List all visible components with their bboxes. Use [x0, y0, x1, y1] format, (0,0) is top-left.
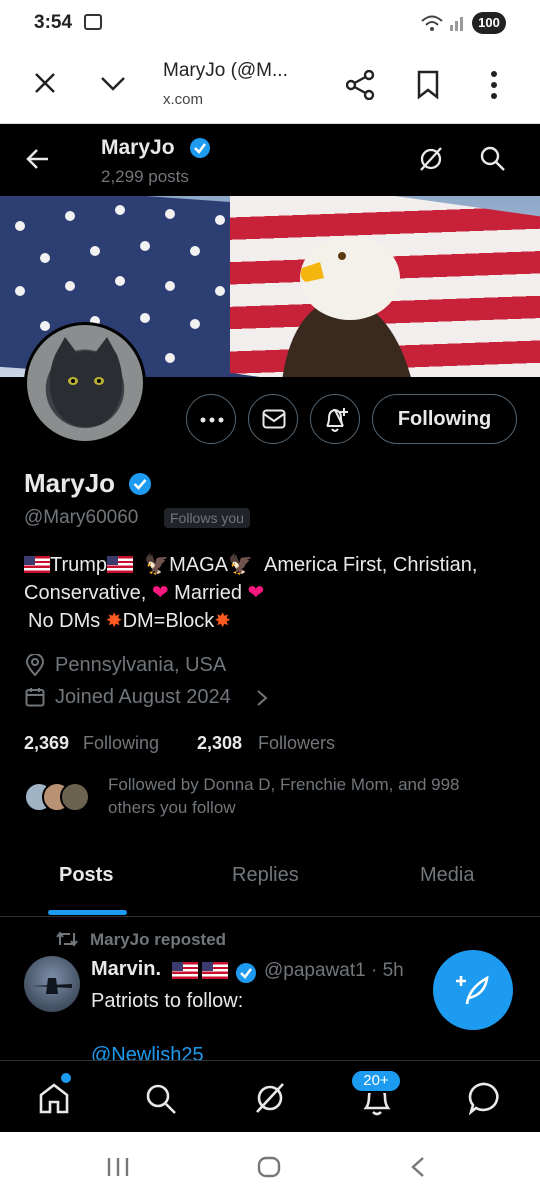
following-count[interactable]: 2,369: [24, 733, 69, 754]
wifi-signal-icon: [421, 15, 463, 31]
screenshot-icon: [84, 14, 102, 30]
collision-icon: ✸: [105, 610, 123, 632]
envelope-icon: [262, 409, 286, 429]
browser-page-title: MaryJo (@M...: [163, 60, 288, 81]
verified-badge-icon: [190, 138, 210, 158]
notify-button[interactable]: [310, 394, 360, 444]
us-flag-icon: [24, 556, 50, 573]
us-flag-icon: [172, 962, 198, 979]
author-flags: [172, 962, 229, 982]
us-flag-icon: [107, 556, 134, 573]
heart-icon: ❤: [247, 582, 265, 604]
post-handle-time[interactable]: @papawat1 · 5h: [264, 960, 404, 982]
back-icon[interactable]: [410, 1156, 426, 1178]
mutual-avatars[interactable]: [24, 782, 94, 814]
post-avatar[interactable]: [24, 956, 80, 1012]
chevron-right-icon[interactable]: [256, 689, 268, 707]
status-bar: 3:54 100: [0, 0, 540, 46]
header-name: MaryJo: [101, 136, 175, 159]
recent-apps-icon[interactable]: [106, 1157, 130, 1177]
follows-you-badge: Follows you: [164, 508, 250, 528]
bio-line-2: Conservative, ❤ Married ❤: [24, 580, 264, 605]
profile-location: Pennsylvania, USA: [55, 654, 227, 676]
status-time: 3:54: [34, 12, 73, 33]
system-nav-bar: [0, 1132, 540, 1200]
followed-by-text[interactable]: Followed by Donna D, Frenchie Mom, and 9…: [108, 775, 460, 795]
bell-plus-icon: [326, 408, 348, 432]
message-button[interactable]: [248, 394, 298, 444]
avatar[interactable]: [24, 322, 146, 444]
more-horiz-icon: [200, 417, 224, 423]
home-button-icon[interactable]: [257, 1156, 281, 1178]
bio-married: Married: [174, 582, 242, 604]
bio-america-first: America First, Christian,: [264, 554, 478, 576]
profile-joined: Joined August 2024: [55, 686, 231, 708]
chevron-down-icon[interactable]: [100, 76, 126, 92]
tab-replies[interactable]: Replies: [232, 864, 299, 887]
active-tab-indicator: [48, 910, 127, 915]
compose-button[interactable]: [433, 950, 513, 1030]
cat-icon: [49, 337, 123, 427]
bio-no-dms: No DMs: [28, 610, 101, 632]
us-flag-icon: [202, 962, 229, 979]
tab-posts[interactable]: Posts: [59, 864, 113, 887]
more-options-button[interactable]: [186, 394, 236, 444]
repost-label[interactable]: MaryJo reposted: [90, 930, 226, 950]
profile-handle: @Mary60060: [24, 507, 139, 528]
home-unread-dot: [61, 1073, 71, 1083]
bio-dm-block: DM=Block: [122, 610, 215, 632]
messages-icon[interactable]: [468, 1081, 502, 1115]
bio-line-3: No DMs ✸DM=Block✸: [28, 608, 231, 633]
heart-icon: ❤: [151, 582, 169, 604]
bio-trump: Trump: [50, 554, 108, 576]
feather-plus-icon: [456, 975, 489, 1005]
eagle-emoji-icon: 🦅: [144, 554, 170, 576]
battery-indicator: 100: [472, 12, 506, 34]
browser-toolbar: MaryJo (@M... x.com: [0, 46, 540, 124]
home-icon[interactable]: [38, 1081, 70, 1115]
following-label[interactable]: Following: [83, 733, 159, 754]
verified-badge-icon: [236, 963, 256, 983]
notification-badge: 20+: [350, 1069, 402, 1093]
grok-icon[interactable]: [418, 146, 444, 172]
eagle-emoji-icon: 🦅: [227, 554, 253, 576]
following-button[interactable]: Following: [372, 394, 517, 444]
profile-name: MaryJo: [24, 468, 116, 498]
bio-conservative: Conservative,: [24, 582, 147, 604]
tab-media[interactable]: Media: [420, 864, 474, 887]
eagle-icon: [282, 236, 411, 377]
search-icon[interactable]: [145, 1083, 177, 1115]
followers-label[interactable]: Followers: [258, 733, 335, 754]
post-text: Patriots to follow:: [91, 990, 244, 1012]
more-vert-icon[interactable]: [488, 70, 500, 100]
profile-page: MaryJo 2,299 posts Following MaryJo @Mar…: [0, 124, 540, 1060]
search-icon[interactable]: [480, 146, 506, 172]
post-author[interactable]: Marvin.: [91, 958, 161, 981]
grok-icon[interactable]: [253, 1081, 287, 1115]
followed-by-text-2[interactable]: others you follow: [108, 798, 236, 818]
bottom-nav: 20+: [0, 1060, 540, 1132]
location-pin-icon: [26, 654, 44, 676]
post-mention[interactable]: @Newlish25: [91, 1044, 204, 1060]
share-icon[interactable]: [346, 70, 376, 100]
header-post-count: 2,299 posts: [101, 167, 189, 186]
bookmark-icon[interactable]: [416, 70, 440, 100]
divider: [0, 916, 540, 917]
browser-url[interactable]: x.com: [163, 91, 203, 108]
back-arrow-icon[interactable]: [26, 148, 50, 170]
calendar-icon: [25, 688, 45, 707]
bio-line-1: Trump 🦅MAGA🦅 America First, Christian,: [24, 552, 477, 577]
followers-count[interactable]: 2,308: [197, 733, 242, 754]
bio-maga: MAGA: [169, 554, 228, 576]
avatar: [60, 782, 90, 812]
jet-icon: [32, 978, 72, 994]
verified-badge-icon: [129, 473, 151, 495]
repost-icon: [56, 931, 78, 947]
close-icon[interactable]: [34, 72, 56, 94]
collision-icon: ✸: [214, 610, 232, 632]
